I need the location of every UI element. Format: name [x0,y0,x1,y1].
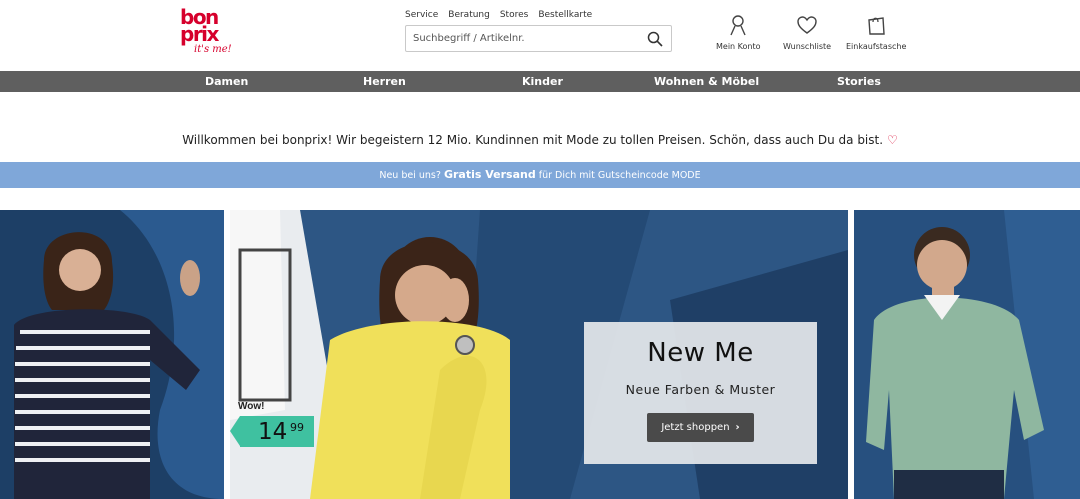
link-stores[interactable]: Stores [500,10,528,20]
heart-icon: ♡ [887,133,898,147]
promo-prefix: Neu bei uns? [379,170,441,181]
hero-subline: Neue Farben & Muster [625,382,776,397]
link-bestellkarte[interactable]: Bestellkarte [538,10,592,20]
bag-label: Einkaufstasche [846,42,907,51]
hero-image-man-green [854,210,1080,499]
welcome-message: Willkommen bei bonprix! Wir begeistern 1… [0,133,1080,147]
hero-headline: New Me [647,338,754,368]
wishlist-link[interactable]: Wunschliste [783,14,831,51]
promo-banner[interactable]: Neu bei uns? Gratis Versand für Dich mit… [0,162,1080,188]
nav-item-damen[interactable]: Damen [205,75,248,88]
shop-now-button[interactable]: Jetzt shoppen › [647,413,754,442]
heart-icon [797,16,817,34]
hero-tile-left[interactable] [0,210,224,499]
hero-tile-right[interactable] [854,210,1080,499]
hero-promo-card: New Me Neue Farben & Muster Jetzt shoppe… [584,322,817,464]
link-beratung[interactable]: Beratung [448,10,490,20]
logo-tagline: it's me! [194,44,232,55]
nav-item-stories[interactable]: Stories [837,75,881,88]
nav-item-herren[interactable]: Herren [363,75,406,88]
nav-item-wohnen-moebel[interactable]: Wohnen & Möbel [654,75,759,88]
shopping-bag-icon [868,17,885,35]
user-icon [730,15,746,36]
bonprix-logo[interactable]: bon prix it's me! [180,7,232,61]
account-label: Mein Konto [716,42,761,51]
site-header: bon prix it's me! Service Beratung Store… [0,0,1080,71]
price-badge-label: Wow! [238,401,265,412]
promo-highlight: Gratis Versand [443,168,536,181]
price-euros: 14 [258,419,288,445]
price-badge: 14 99 [230,416,314,447]
price-cents: 99 [290,421,304,434]
search-input[interactable] [406,26,636,51]
logo-text-prix: prix [180,22,219,46]
wishlist-label: Wunschliste [783,42,832,51]
search-box [405,25,672,52]
main-navigation: Damen Herren Kinder Wohnen & Möbel Stori… [0,71,1080,92]
bag-link[interactable]: Einkaufstasche [846,14,906,51]
search-icon[interactable] [647,31,663,47]
nav-item-kinder[interactable]: Kinder [522,75,563,88]
service-links: Service Beratung Stores Bestellkarte [405,10,592,20]
link-service[interactable]: Service [405,10,438,20]
promo-suffix: für Dich mit Gutscheincode MODE [538,170,701,181]
account-link[interactable]: Mein Konto [716,14,761,51]
hero-tile-main[interactable]: Wow! 14 99 New Me Neue Farben & Muster J… [230,210,848,499]
welcome-text: Willkommen bei bonprix! Wir begeistern 1… [182,133,884,147]
shop-now-label: Jetzt shoppen [661,422,730,433]
hero-image-woman-striped [0,210,224,499]
chevron-right-icon: › [735,422,740,433]
